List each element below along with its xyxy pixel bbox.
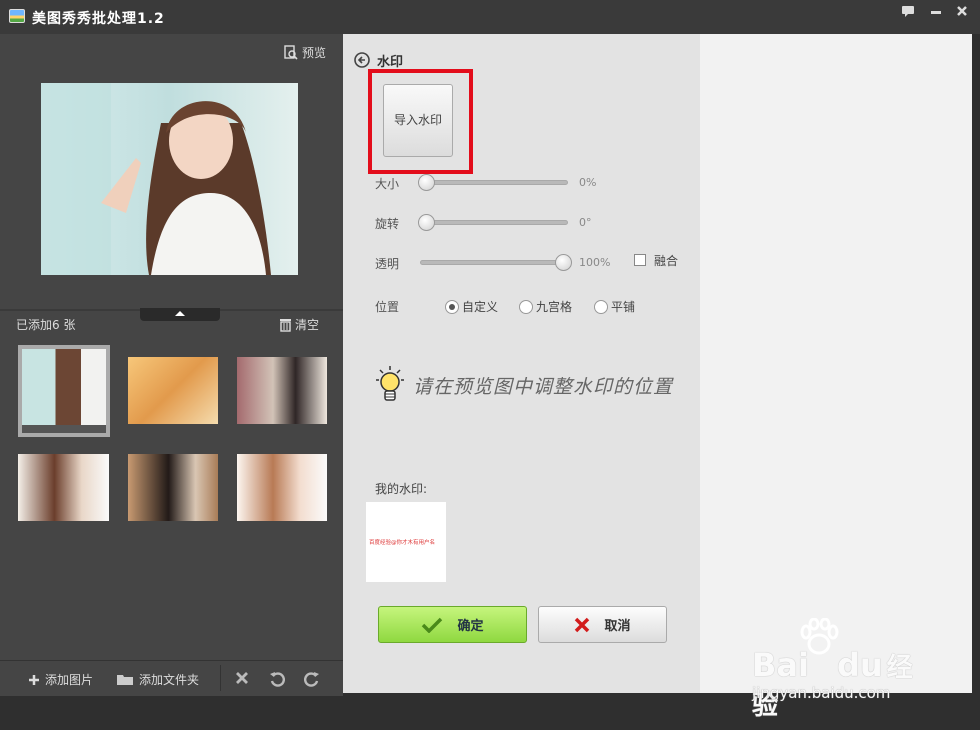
cancel-button[interactable]: 取消 [538,606,667,643]
back-arrow-icon[interactable] [354,52,370,68]
opacity-value: 100% [579,256,611,269]
preview-icon [284,45,298,60]
position-radio-custom[interactable] [445,300,459,314]
watermark-settings-panel: 水印 导入水印 大小 0% 旋转 0° 透明 100% 融合 位置 自定义 九宫… [343,34,700,693]
trash-icon [280,319,291,332]
my-watermark-label: 我的水印: [375,482,428,496]
rotate-label: 旋转 [375,217,400,231]
rotate-value: 0° [579,216,592,229]
position-option-tile[interactable]: 平铺 [611,298,635,315]
app-title: 美图秀秀批处理1.2 [32,11,165,27]
position-option-grid[interactable]: 九宫格 [536,298,572,315]
lightbulb-icon [376,366,404,401]
delete-button[interactable] [235,671,249,685]
added-count: 已添加6 张 [16,318,76,332]
title-bar: 美图秀秀批处理1.2 [0,0,980,34]
folder-icon [117,675,133,685]
size-slider-handle[interactable] [418,174,435,191]
site-watermark: Bai du 经验 jingyan.baidu.com [752,618,932,721]
thumbnail-1[interactable] [18,345,110,437]
plus-icon [29,674,39,685]
position-option-custom[interactable]: 自定义 [462,298,498,315]
opacity-label: 透明 [375,257,400,271]
collapse-toggle[interactable] [140,308,220,321]
size-label: 大小 [375,177,400,191]
opacity-slider-handle[interactable] [555,254,572,271]
preview-button[interactable]: 预览 [284,44,326,61]
thumbnail-3[interactable] [237,357,327,424]
add-image-label: 添加图片 [45,673,94,687]
rotate-slider[interactable] [420,220,568,225]
feedback-icon[interactable] [898,5,918,23]
rotate-left-icon [270,672,285,687]
delete-icon [236,672,248,684]
add-folder-label: 添加文件夹 [139,673,200,687]
highlight-box [368,69,473,174]
add-image-button[interactable]: 添加图片 [28,671,93,688]
opacity-slider[interactable] [420,260,568,265]
site-url: jingyan.baidu.com [752,684,891,702]
add-folder-button[interactable]: 添加文件夹 [116,671,199,688]
my-watermark-preview[interactable]: 百度经验@你才木有用户名 [366,502,446,582]
thumbnail-5[interactable] [128,454,218,521]
position-radio-tile[interactable] [594,300,608,314]
rotate-slider-handle[interactable] [418,214,435,231]
my-watermark-text: 百度经验@你才木有用户名 [369,540,436,546]
app-icon [9,9,25,23]
cancel-x-icon [575,617,590,632]
clear-button[interactable]: 清空 [279,316,319,333]
confirm-button[interactable]: 确定 [378,606,527,643]
rotate-right-button[interactable] [304,671,320,687]
toolbar-separator [220,665,221,691]
size-value: 0% [579,176,597,189]
image-toolbar: 添加图片 添加文件夹 [0,660,343,696]
site-logo-bai: Bai [752,646,809,684]
position-label: 位置 [375,300,400,314]
thumbnail-2[interactable] [128,357,218,424]
close-button[interactable] [952,5,972,23]
site-logo-du: du [836,646,883,684]
blend-checkbox[interactable] [634,254,646,266]
cancel-label: 取消 [604,619,631,634]
image-list-panel: 预览 已添加6 张 清空 添加图片 添加文件夹 [0,34,343,696]
preview-photo [41,83,298,275]
section-title: 水印 [377,55,404,70]
size-slider[interactable] [420,180,568,185]
rotate-left-button[interactable] [269,671,285,687]
preview-label: 预览 [301,46,326,60]
blend-label: 融合 [654,254,679,268]
thumbnail-6[interactable] [237,454,327,521]
confirm-label: 确定 [457,619,484,634]
rotate-right-icon [304,672,319,687]
preview-canvas [700,34,972,693]
position-radio-grid[interactable] [519,300,533,314]
clear-label: 清空 [295,318,320,332]
position-hint: 请在预览图中调整水印的位置 [413,376,674,398]
thumbnail-4[interactable] [18,454,109,521]
minimize-button[interactable] [926,5,946,23]
check-icon [422,617,443,633]
